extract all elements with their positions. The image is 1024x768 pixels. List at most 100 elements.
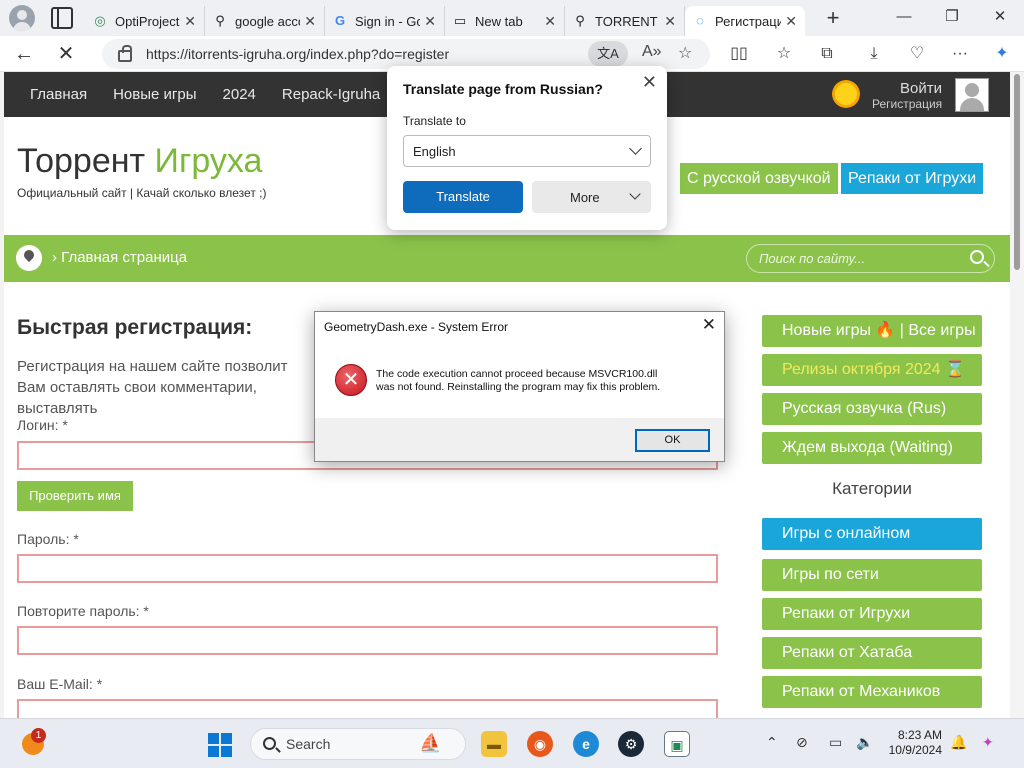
file-explorer-icon[interactable]: ▬ [481,731,507,757]
ok-button[interactable]: OK [635,429,710,452]
profile-icon[interactable] [9,5,35,31]
window-controls: — ❐ ✕ [880,0,1024,36]
sidebar-item-october-releases[interactable]: Релизы октября 2024 ⌛ [762,354,982,386]
nav-2024[interactable]: 2024 [223,86,256,103]
address-bar[interactable]: https://itorrents-igruha.org/index.php?d… [102,39,710,69]
lock-icon[interactable] [118,45,132,62]
form-heading: Быстрая регистрация: [17,316,253,339]
nav-new-games[interactable]: Новые игры [113,86,196,103]
breadcrumb: › Главная страница Поиск по сайту... [4,235,1010,282]
page-scrollbar[interactable] [1010,72,1024,718]
newtab-icon: ▭ [453,13,467,28]
close-icon[interactable]: ✕ [184,13,196,30]
tab-torrent[interactable]: ⚲ TORRENT I ✕ [565,6,685,36]
stop-loading-button[interactable]: ✕ [50,38,82,70]
close-icon[interactable]: ✕ [544,13,556,30]
password-repeat-label: Повторите пароль: * [17,603,149,619]
copilot-icon[interactable]: ✦ [988,40,1016,68]
header-button-igruha-repacks[interactable]: Репаки от Игрухи [841,163,984,194]
display-icon[interactable]: ▭ [829,734,842,751]
more-menu-icon[interactable]: ··· [946,40,974,68]
url-text[interactable]: https://itorrents-igruha.org/index.php?d… [146,46,449,62]
sidebar-item-russian-voice[interactable]: Русская озвучка (Rus) [762,393,982,425]
more-label: More [570,190,600,205]
password-repeat-field[interactable] [17,626,718,655]
restore-icon[interactable]: ❐ [928,0,976,36]
avatar[interactable] [955,78,989,112]
network-icon[interactable]: ⊘ [796,734,808,751]
tab-new-tab[interactable]: ▭ New tab ✕ [445,6,565,36]
category-online-games[interactable]: Игры с онлайном [762,518,982,550]
password-field[interactable] [17,554,718,583]
start-icon[interactable] [208,733,232,757]
favorite-star-icon[interactable]: ☆ [678,43,692,63]
tab-optiproject[interactable]: ◎ OptiProject ✕ [85,6,205,36]
system-error-dialog: GeometryDash.exe - System Error ✕ ✕ The … [314,311,725,462]
close-icon[interactable]: ✕ [424,13,436,30]
copilot-taskbar-icon[interactable]: ✦ [982,734,994,751]
back-button[interactable]: ← [8,38,40,70]
nav-home[interactable]: Главная [30,86,87,103]
tab-google-account[interactable]: ⚲ google account ✕ [205,6,325,36]
translate-button[interactable]: Translate [403,181,523,213]
translate-to-label: Translate to [403,114,466,128]
read-aloud-icon[interactable]: A» [642,43,662,61]
volume-icon[interactable]: 🔈 [856,734,873,751]
optiproject-icon: ◎ [94,13,106,28]
category-network-games[interactable]: Игры по сети [762,559,982,591]
more-button[interactable]: More [532,181,651,213]
password-label: Пароль: * [17,531,79,547]
window-close-icon[interactable]: ✕ [976,0,1024,36]
search-placeholder: Поиск по сайту... [759,251,866,266]
login-link[interactable]: Войти [872,80,942,97]
tab-sign-in[interactable]: G Sign in - Google ✕ [325,6,445,36]
register-link[interactable]: Регистрация [872,97,942,111]
search-icon[interactable] [970,250,984,264]
close-icon[interactable]: ✕ [702,315,716,335]
close-icon[interactable]: ✕ [664,13,676,30]
browser-essentials-icon[interactable]: ♡ [903,40,931,68]
tab-registration[interactable]: ◌ Регистрация ✕ [685,6,805,36]
favorites-icon[interactable]: ☆ [770,40,798,68]
split-screen-icon[interactable]: ▯▯ [725,40,753,68]
clock-date: 10/9/2024 [888,743,942,757]
sun-icon [832,80,860,108]
new-tab-button[interactable]: + [819,3,847,33]
category-igruha-repacks[interactable]: Репаки от Игрухи [762,598,982,630]
scrollbar-thumb[interactable] [1014,74,1020,270]
language-select[interactable]: English [403,135,651,167]
check-name-button[interactable]: Проверить имя [17,481,133,511]
minimize-icon[interactable]: — [880,0,928,36]
steam-icon[interactable]: ⚙ [618,731,644,757]
search-icon: ⚲ [215,13,225,28]
email-field[interactable] [17,699,718,718]
close-icon[interactable]: ✕ [642,72,657,93]
login-block: Войти Регистрация [872,80,942,111]
taskbar-search[interactable]: Search ⛵ [250,728,466,760]
app-window-icon[interactable]: ▣ [664,731,690,757]
close-icon[interactable]: ✕ [304,13,316,30]
notification-badge: 1 [31,728,46,743]
edge-icon[interactable]: e [573,731,599,757]
header-button-russian-voice[interactable]: С русской озвучкой [680,163,838,194]
close-icon[interactable]: ✕ [785,13,797,30]
category-hataba-repacks[interactable]: Репаки от Хатаба [762,637,982,669]
sidebar-item-new-games[interactable]: Новые игры 🔥 | Все игры [762,315,982,347]
bell-icon[interactable]: 🔔 [950,734,967,751]
collections-icon[interactable]: ⧉ [813,40,841,68]
tab-actions-icon[interactable] [51,7,73,29]
nav-repack[interactable]: Repack-Igruha [282,86,380,103]
site-logo[interactable]: Торрент Игруха [17,142,262,181]
downloads-icon[interactable]: ⤓ [860,40,888,68]
firefox-icon[interactable]: ◉ [527,731,553,757]
sidebar-item-waiting[interactable]: Ждем выхода (Waiting) [762,432,982,464]
breadcrumb-home[interactable]: Главная страница [61,249,187,266]
taskbar: 1 Search ⛵ ▬ ◉ e ⚙ ▣ ⌃ ⊘ ▭ 🔈 8:23 AM 10/… [0,718,1024,768]
translate-icon[interactable]: 文A [588,41,628,67]
dialog-footer: OK [315,418,724,461]
clock[interactable]: 8:23 AM 10/9/2024 [880,728,942,758]
categories-heading: Категории [832,479,912,498]
category-mechanics-repacks[interactable]: Репаки от Механиков [762,676,982,708]
chevron-up-icon[interactable]: ⌃ [766,734,778,751]
site-search-input[interactable]: Поиск по сайту... [746,244,995,273]
